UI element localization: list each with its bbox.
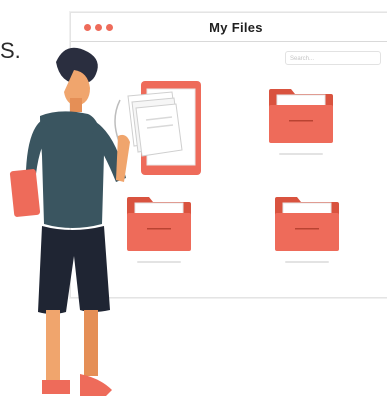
folder-bottom-right[interactable]: [273, 193, 341, 251]
folder-caption: [285, 261, 329, 263]
folder-caption: [279, 153, 323, 155]
person-illustration: [9, 47, 130, 396]
window-titlebar: My Files: [71, 13, 387, 42]
folder-top-right[interactable]: [267, 85, 335, 143]
folder-icon: [269, 89, 333, 143]
search-input[interactable]: Search...: [285, 51, 381, 65]
window-title: My Files: [209, 20, 263, 35]
folder-icon: [275, 197, 339, 251]
